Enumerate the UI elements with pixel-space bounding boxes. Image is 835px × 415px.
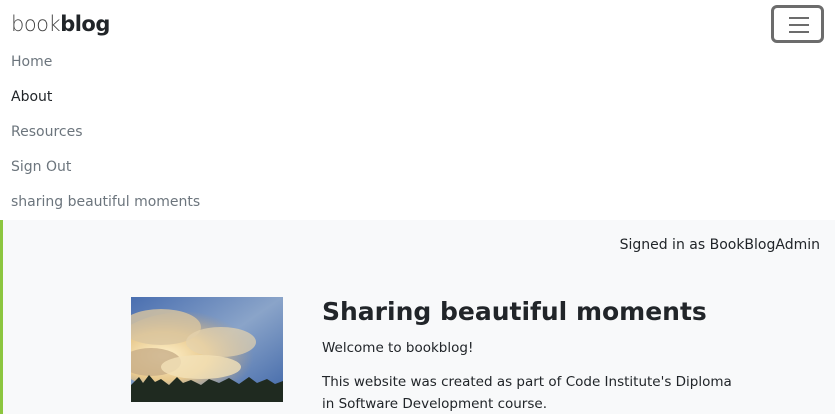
brand-logo[interactable]: bookblog [11, 12, 110, 36]
welcome-text: Welcome to bookblog! [322, 340, 474, 356]
nav-link-home[interactable]: Home [11, 54, 52, 70]
brand-bold-text: blog [60, 12, 110, 36]
hero-title: Sharing beautiful moments [322, 297, 707, 326]
nav-link-sign-out[interactable]: Sign Out [11, 159, 71, 175]
nav-link-resources[interactable]: Resources [11, 124, 83, 140]
nav-link-tagline[interactable]: sharing beautiful moments [11, 194, 200, 210]
description-text: This website was created as part of Code… [322, 374, 732, 412]
content-band: Signed in as BookBlogAdmin Sharing beaut… [3, 220, 835, 414]
signed-in-status: Signed in as BookBlogAdmin [619, 237, 820, 253]
navbar-toggler-button[interactable] [771, 5, 824, 43]
navbar: bookblog Home About Resources Sign Out s… [0, 0, 835, 220]
hero-image-sky [131, 297, 283, 402]
brand-light-text: book [11, 12, 61, 36]
nav-link-about[interactable]: About [11, 89, 52, 105]
